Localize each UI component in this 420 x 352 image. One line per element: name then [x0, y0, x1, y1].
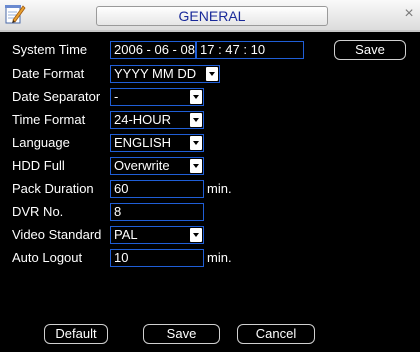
- dropdown-arrow-icon[interactable]: [190, 113, 202, 127]
- general-settings-window: GENERAL × System Time 2006 - 06 - 08 17 …: [0, 0, 420, 352]
- window-title: GENERAL: [96, 6, 328, 26]
- system-date-field[interactable]: 2006 - 06 - 08: [110, 41, 196, 59]
- video-standard-dropdown[interactable]: PAL: [110, 226, 204, 244]
- title-divider: [0, 30, 420, 32]
- pack-duration-unit: min.: [207, 181, 232, 196]
- hdd-full-value: Overwrite: [114, 158, 170, 173]
- language-value: ENGLISH: [114, 135, 172, 150]
- date-format-label: Date Format: [12, 66, 85, 81]
- language-label: Language: [12, 135, 70, 150]
- dvr-no-input[interactable]: 8: [110, 203, 204, 221]
- auto-logout-unit: min.: [207, 250, 232, 265]
- notepad-pencil-icon: [4, 3, 26, 25]
- cancel-button[interactable]: Cancel: [237, 324, 315, 344]
- language-dropdown[interactable]: ENGLISH: [110, 134, 204, 152]
- close-icon[interactable]: ×: [401, 5, 417, 23]
- video-standard-value: PAL: [114, 227, 138, 242]
- auto-logout-label: Auto Logout: [12, 250, 83, 265]
- pack-duration-label: Pack Duration: [12, 181, 94, 196]
- auto-logout-input[interactable]: 10: [110, 249, 204, 267]
- dropdown-arrow-icon[interactable]: [190, 228, 202, 242]
- date-separator-dropdown[interactable]: -: [110, 88, 204, 106]
- title-bar: GENERAL ×: [0, 0, 420, 30]
- date-separator-label: Date Separator: [12, 89, 101, 104]
- dropdown-arrow-icon[interactable]: [190, 136, 202, 150]
- time-format-label: Time Format: [12, 112, 86, 127]
- time-format-value: 24-HOUR: [114, 112, 172, 127]
- save-button[interactable]: Save: [143, 324, 220, 344]
- video-standard-label: Video Standard: [12, 227, 102, 242]
- system-time-field[interactable]: 17 : 47 : 10: [196, 41, 304, 59]
- date-separator-value: -: [114, 89, 119, 104]
- default-button[interactable]: Default: [44, 324, 108, 344]
- hdd-full-dropdown[interactable]: Overwrite: [110, 157, 204, 175]
- pack-duration-input[interactable]: 60: [110, 180, 204, 198]
- system-time-label: System Time: [12, 42, 88, 57]
- time-format-dropdown[interactable]: 24-HOUR: [110, 111, 204, 129]
- date-format-dropdown[interactable]: YYYY MM DD: [110, 65, 220, 83]
- dropdown-arrow-icon[interactable]: [206, 67, 218, 81]
- hdd-full-label: HDD Full: [12, 158, 65, 173]
- dvr-no-label: DVR No.: [12, 204, 64, 219]
- date-format-value: YYYY MM DD: [114, 66, 197, 81]
- dropdown-arrow-icon[interactable]: [190, 159, 202, 173]
- save-time-button[interactable]: Save: [334, 40, 406, 60]
- dropdown-arrow-icon[interactable]: [190, 90, 202, 104]
